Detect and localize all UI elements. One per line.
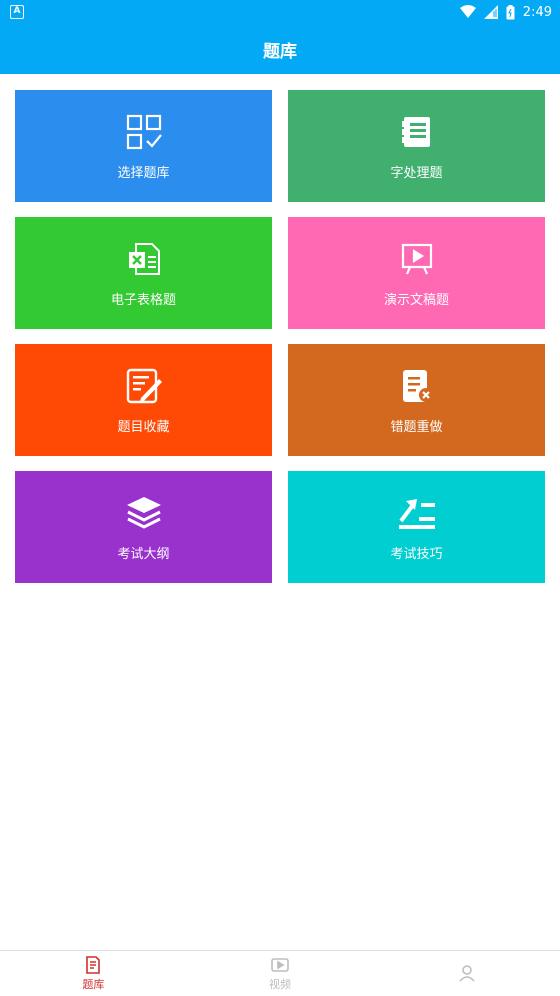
tile-redo-mistakes[interactable]: 错题重做 [288, 344, 545, 456]
nav-label: 视频 [269, 978, 291, 991]
status-bar: A 2:49 [0, 0, 560, 24]
tile-label: 电子表格题 [110, 292, 176, 308]
wifi-icon [459, 5, 476, 19]
layers-icon [124, 493, 164, 533]
tile-spreadsheet[interactable]: 电子表格题 [15, 217, 272, 329]
status-right: 2:49 [459, 4, 552, 20]
tile-favorites[interactable]: 题目收藏 [15, 344, 272, 456]
tile-grid: 选择题库 字处理题 电子表格题 演示文稿题 题目收藏 错题重做 考试大纲 考试技… [15, 90, 545, 583]
status-time: 2:49 [522, 4, 552, 20]
bottom-nav: 题库 视频 [0, 950, 560, 996]
grid-check-icon [124, 112, 164, 152]
battery-icon [506, 4, 515, 20]
status-left: A [10, 5, 24, 19]
word-doc-icon [397, 112, 437, 152]
tile-label: 字处理题 [390, 165, 443, 181]
presentation-icon [397, 239, 437, 279]
edit-note-icon [124, 366, 164, 406]
page-title: 题库 [263, 41, 297, 62]
trend-list-icon [397, 493, 437, 533]
tile-label: 选择题库 [117, 165, 170, 181]
tile-word-processing[interactable]: 字处理题 [288, 90, 545, 202]
signal-icon [483, 5, 498, 19]
tile-choice-bank[interactable]: 选择题库 [15, 90, 272, 202]
tile-label: 考试大纲 [117, 546, 170, 562]
profile-icon [457, 963, 477, 983]
video-icon [270, 955, 290, 975]
nav-item-video[interactable]: 视频 [187, 951, 374, 996]
notification-app-icon: A [10, 5, 24, 19]
nav-item-profile[interactable] [373, 951, 560, 996]
wrong-doc-icon [397, 366, 437, 406]
nav-item-question-bank[interactable]: 题库 [0, 951, 187, 996]
tile-presentation[interactable]: 演示文稿题 [288, 217, 545, 329]
excel-icon [124, 239, 164, 279]
nav-label: 题库 [82, 978, 105, 991]
tile-exam-outline[interactable]: 考试大纲 [15, 471, 272, 583]
tile-label: 错题重做 [390, 419, 443, 435]
tile-label: 题目收藏 [117, 419, 170, 435]
tile-label: 考试技巧 [390, 546, 443, 562]
question-bank-icon [83, 955, 103, 975]
app-bar: 题库 [0, 24, 560, 74]
tile-label: 演示文稿题 [383, 292, 449, 308]
tile-exam-tips[interactable]: 考试技巧 [288, 471, 545, 583]
